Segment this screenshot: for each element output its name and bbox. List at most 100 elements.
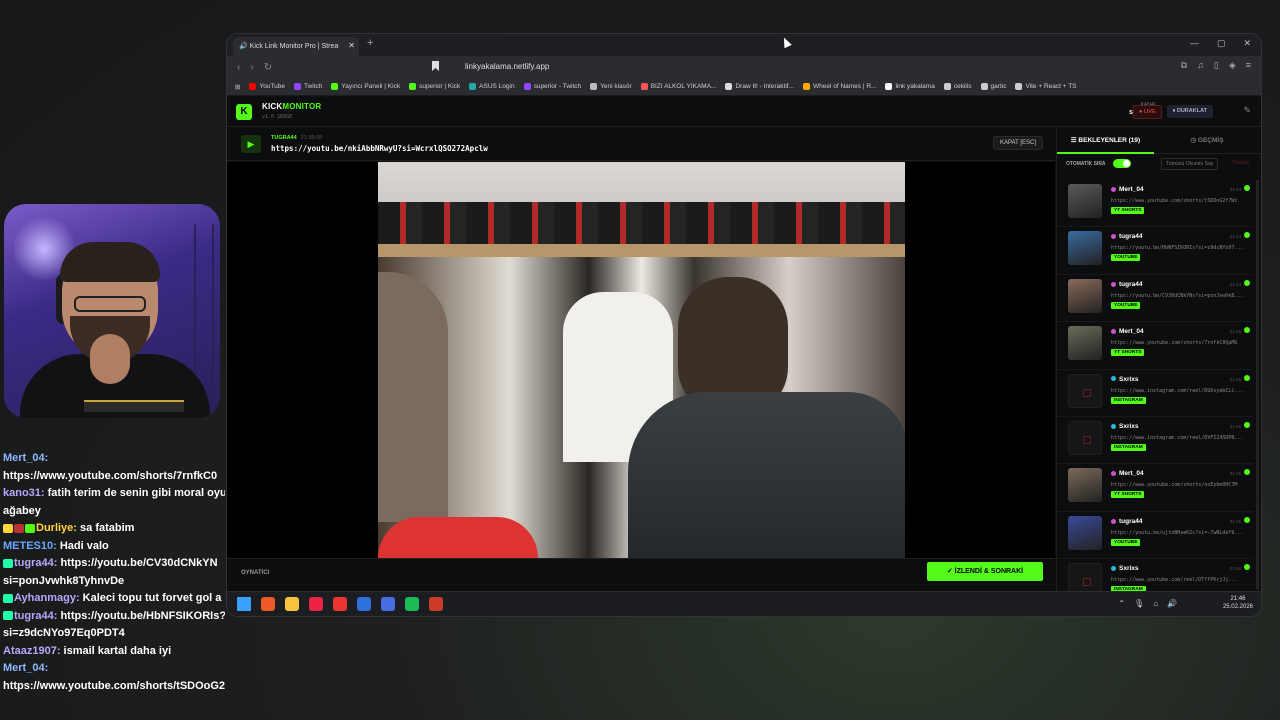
watched-next-button[interactable]: ✓ İZLENDİ & SONRAKİ xyxy=(927,562,1043,581)
bookmark-item[interactable]: Wheel of Names | R... xyxy=(802,83,877,90)
video-frame[interactable] xyxy=(378,162,905,558)
browser-window: 🔊 Kick Link Monitor Pro | Strea ✕ + — ▢ … xyxy=(226,33,1262,617)
queue-user: tugra44 xyxy=(1111,518,1142,525)
queue-time: 21:45 xyxy=(1229,376,1241,382)
wallet-icon[interactable]: ◈ xyxy=(1229,60,1236,71)
video-stage[interactable] xyxy=(227,162,1055,558)
bookmark-item[interactable]: YouTube xyxy=(249,83,285,90)
back-icon[interactable]: ‹ xyxy=(237,62,240,73)
queue-item[interactable]: Mert_04 https://www.youtube.com/shorts/tS… xyxy=(1057,180,1253,228)
queue-url[interactable]: https://www.instagram.com/reel/DUDsyabCL… xyxy=(1111,388,1245,394)
bookmark-item[interactable]: Yayıncı Paneli | Kick xyxy=(331,83,400,90)
reload-icon[interactable]: ↻ xyxy=(264,62,272,73)
taskbar-app-icon[interactable] xyxy=(237,597,251,611)
bookmark-item[interactable]: ASUS Login xyxy=(469,83,515,90)
chat-username[interactable]: Ataaz1907: xyxy=(3,645,60,657)
puzzle-icon[interactable]: ⧉ xyxy=(1181,60,1187,71)
platform-badge: YOUTUBE xyxy=(1111,538,1141,546)
bookmark-favicon-icon xyxy=(1015,83,1023,90)
bookmark-favicon-icon xyxy=(725,83,733,90)
close-button[interactable]: KAPAT [ESC] xyxy=(992,136,1043,150)
tab-history[interactable]: ◷ GEÇMİŞ xyxy=(1157,128,1257,154)
mic-icon[interactable]: 🎙 xyxy=(1134,599,1144,608)
url-input[interactable]: linkyakalama.netlify.app xyxy=(449,61,989,74)
taskbar-clock[interactable]: 21:46 25.02.2026 xyxy=(1223,595,1253,611)
music-icon[interactable]: ♫ xyxy=(1197,60,1204,71)
bookmark-item[interactable]: gartic xyxy=(980,83,1006,90)
chat-text: Kaleci topu tut forvet gol a xyxy=(79,592,222,604)
tab-waiting[interactable]: ☰ BEKLEYENLER (19) xyxy=(1057,128,1154,154)
chat-username[interactable]: Durliye: xyxy=(36,522,77,534)
queue-url[interactable]: https://youtu.be/HbNFSIKORIs?si=z9dcNYo9… xyxy=(1111,245,1245,251)
chat-text: si=ponJvwhk8TyhnvDe xyxy=(3,574,125,587)
bookmark-item[interactable]: superior - Twitch xyxy=(523,83,581,90)
queue-url[interactable]: https://youtu.be/ujtnBHaeK2c?si=-7wNLdeY… xyxy=(1111,530,1245,536)
close-window-icon[interactable]: ✕ xyxy=(1243,38,1251,49)
queue-thumbnail xyxy=(1068,326,1102,361)
bookmark-item[interactable]: BIZI ALKOL YIKAMA... xyxy=(640,83,716,90)
edit-icon[interactable]: ✎ xyxy=(1243,105,1251,116)
pause-button[interactable]: ⏸ DURAKLAT xyxy=(1166,105,1213,118)
queue-url[interactable]: https://www.youtube.com/shorts/7rnfkC0Qp… xyxy=(1111,340,1245,346)
volume-icon[interactable]: 🔊 xyxy=(1167,599,1177,608)
taskbar-app-icon[interactable] xyxy=(309,597,323,611)
queue-url[interactable]: https://www.youtube.com/shorts/noEybmOHC… xyxy=(1111,482,1245,488)
minimize-icon[interactable]: — xyxy=(1190,38,1199,49)
queue-thumbnail xyxy=(1068,468,1102,503)
bookmark-item[interactable]: Vite + React + TS xyxy=(1015,83,1077,90)
close-tab-icon[interactable]: ✕ xyxy=(348,41,355,50)
queue-item[interactable]: tugra44 https://youtu.be/CV30dCNkYNs?si=p… xyxy=(1057,275,1253,323)
sidebar-icon[interactable]: ▯ xyxy=(1214,60,1219,71)
bookmark-icon[interactable] xyxy=(432,61,439,71)
chat-username[interactable]: tugra44: xyxy=(14,557,57,569)
queue-url[interactable]: https://www.instagram.com/reel/DVFIZ4SDP… xyxy=(1111,435,1245,441)
bookmark-favicon-icon xyxy=(331,83,339,90)
network-icon[interactable]: ⌂ xyxy=(1153,599,1158,608)
chat-username[interactable]: Mert_04: xyxy=(3,452,48,464)
bookmark-item[interactable]: Draw It! - Interaktif... xyxy=(725,83,794,90)
bookmark-item[interactable]: superior | Kick xyxy=(409,83,460,90)
chat-username[interactable]: Ayhanmagy: xyxy=(14,592,80,604)
bookmark-item[interactable]: cekilis xyxy=(943,83,972,90)
taskbar-app-icon[interactable] xyxy=(357,597,371,611)
queue-item[interactable]: Sxrixs https://www.instagram.com/reel/DVF… xyxy=(1057,417,1253,465)
bookmark-label: Wheel of Names | R... xyxy=(812,83,877,90)
auto-queue-toggle[interactable] xyxy=(1113,159,1131,168)
taskbar-app-icon[interactable] xyxy=(429,597,443,611)
mark-all-read-button[interactable]: Tümünü Okundu Say xyxy=(1161,158,1219,170)
taskbar-app-icon[interactable] xyxy=(405,597,419,611)
bookmark-item[interactable]: Twitch xyxy=(294,83,322,90)
queue-item[interactable]: Mert_04 https://www.youtube.com/shorts/7r… xyxy=(1057,322,1253,370)
chat-username[interactable]: kano31: xyxy=(3,487,45,499)
apps-grid-icon[interactable]: ⊞ xyxy=(235,83,240,91)
taskbar-app-icon[interactable] xyxy=(381,597,395,611)
chat-message: https://www.youtube.com/shorts/tSDOoG2f7… xyxy=(3,678,225,696)
queue-item[interactable]: tugra44 https://youtu.be/HbNFSIKORIs?si=z… xyxy=(1057,227,1253,275)
version-label: v1.0 ŞERGE xyxy=(262,114,293,120)
queue-item[interactable]: tugra44 https://youtu.be/ujtnBHaeK2c?si=-… xyxy=(1057,512,1253,560)
browser-tab[interactable]: 🔊 Kick Link Monitor Pro | Strea ✕ xyxy=(233,37,359,56)
clear-button[interactable]: Temizle xyxy=(1232,160,1249,166)
menu-icon[interactable]: ≡ xyxy=(1246,60,1251,71)
chat-username[interactable]: Mert_04: xyxy=(3,662,48,674)
queue-url[interactable]: https://www.youtube.com/shorts/tSDOoG2f7… xyxy=(1111,198,1245,204)
chat-message: https://www.youtube.com/shorts/7rnfkC0 xyxy=(3,468,225,486)
chevron-up-icon[interactable]: ⌃ xyxy=(1118,599,1125,608)
forward-icon[interactable]: › xyxy=(250,62,253,73)
new-tab-button[interactable]: + xyxy=(367,37,373,49)
taskbar-app-icon[interactable] xyxy=(285,597,299,611)
bookmark-item[interactable]: Yeni klasör xyxy=(590,83,632,90)
now-playing-url[interactable]: https://youtu.be/nkiAbbNRwyU?si=WcrxlQSO… xyxy=(271,144,488,153)
chat-username[interactable]: METES10: xyxy=(3,540,57,552)
bookmark-item[interactable]: link yakalama xyxy=(885,83,935,90)
platform-badge: INSTAGRAM xyxy=(1111,396,1146,404)
taskbar-app-icon[interactable] xyxy=(333,597,347,611)
queue-scrollbar[interactable] xyxy=(1256,180,1259,590)
queue-url[interactable]: https://www.youtube.com/reel/DTffPKrjJj.… xyxy=(1111,577,1245,583)
queue-url[interactable]: https://youtu.be/CV30dCNkYNs?si=ponJvwhk… xyxy=(1111,293,1245,299)
maximize-icon[interactable]: ▢ xyxy=(1217,38,1226,49)
queue-item[interactable]: Mert_04 https://www.youtube.com/shorts/no… xyxy=(1057,464,1253,512)
queue-item[interactable]: Sxrixs https://www.instagram.com/reel/DUD… xyxy=(1057,370,1253,417)
taskbar-app-icon[interactable] xyxy=(261,597,275,611)
chat-username[interactable]: tugra44: xyxy=(14,610,57,622)
